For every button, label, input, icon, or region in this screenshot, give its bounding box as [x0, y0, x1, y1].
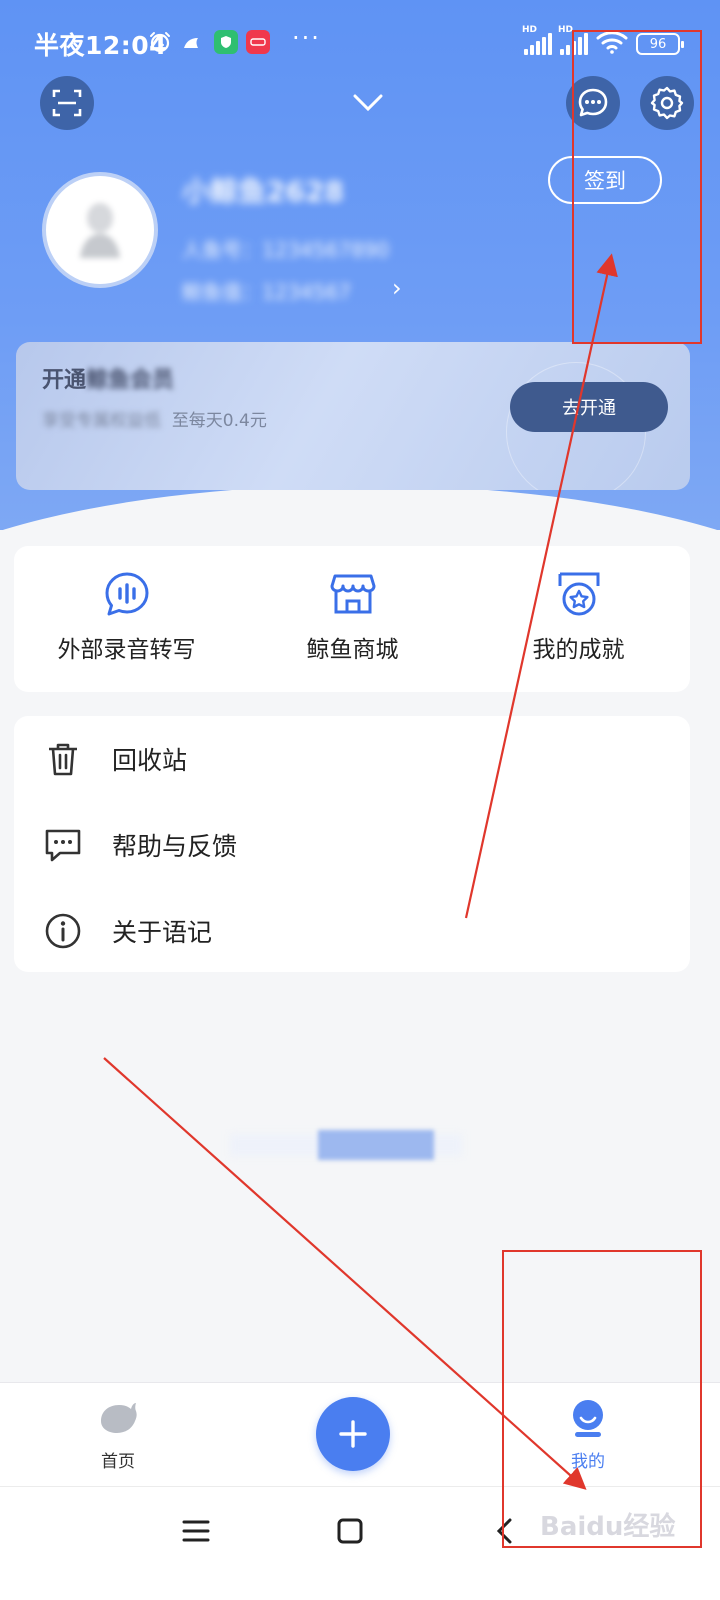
trash-icon: [49, 743, 77, 776]
features-card: 外部录音转写 鲸鱼商城 我的成就: [14, 546, 690, 692]
app-notification-icon: [180, 30, 204, 54]
shield-app-icon: [214, 30, 238, 54]
menu-item-recycle-bin[interactable]: 回收站: [14, 716, 690, 802]
plus-icon: [339, 1420, 367, 1448]
signal-1-icon: HD: [522, 25, 552, 55]
menu-item-about[interactable]: 关于语记: [14, 888, 690, 974]
store-icon: [330, 574, 375, 614]
watermark: Baidu经验: [540, 1512, 676, 1542]
whale-home-icon: [101, 1403, 137, 1433]
vip-subtitle: 享受专属权益低 至每天0.4元: [42, 411, 267, 431]
user-points[interactable]: 鲸鱼值：1234567: [182, 276, 351, 305]
chevron-right-icon[interactable]: ›: [392, 274, 402, 302]
alarm-icon: [148, 30, 172, 54]
hamburger-icon: [182, 1520, 210, 1542]
achievement-badge-icon: [558, 572, 599, 616]
feature-recording-transcribe[interactable]: 外部录音转写: [14, 570, 239, 664]
scan-icon: [52, 89, 82, 117]
user-id: 人鱼号：1234567890: [182, 238, 390, 262]
info-icon: [45, 913, 81, 949]
home-nav-button[interactable]: [330, 1511, 370, 1551]
annotation-box-bottom: [502, 1250, 702, 1548]
red-app-icon: [246, 30, 270, 54]
vip-banner[interactable]: 开通鲸鱼会员 享受专属权益低 至每天0.4元 去开通: [16, 342, 690, 490]
feature-whale-store[interactable]: 鲸鱼商城: [240, 570, 465, 664]
user-name: 小鲸鱼2628: [182, 175, 344, 208]
chevron-down-icon: [353, 94, 383, 112]
chat-feedback-icon: [45, 829, 81, 862]
voice-transcribe-icon: [105, 572, 148, 616]
menu-nav-button[interactable]: [176, 1511, 216, 1551]
vip-title: 开通鲸鱼会员: [42, 368, 175, 393]
feature-achievements[interactable]: 我的成就: [466, 570, 691, 664]
more-notifications: ···: [292, 24, 321, 52]
header-curve: [0, 485, 720, 530]
tab-home[interactable]: 首页: [58, 1397, 178, 1472]
square-home-icon: [337, 1518, 363, 1544]
blurred-footer-text: [230, 1128, 462, 1162]
scan-button[interactable]: [40, 76, 94, 130]
add-button[interactable]: [316, 1397, 390, 1471]
menu-card: 回收站 帮助与反馈 关于语记: [14, 716, 690, 972]
avatar-image: [58, 188, 142, 272]
menu-item-help-feedback[interactable]: 帮助与反馈: [14, 802, 690, 888]
expand-chevron-button[interactable]: [352, 92, 384, 118]
open-vip-button[interactable]: 去开通: [510, 382, 668, 432]
avatar[interactable]: [42, 172, 158, 288]
annotation-box-top: [572, 30, 702, 344]
